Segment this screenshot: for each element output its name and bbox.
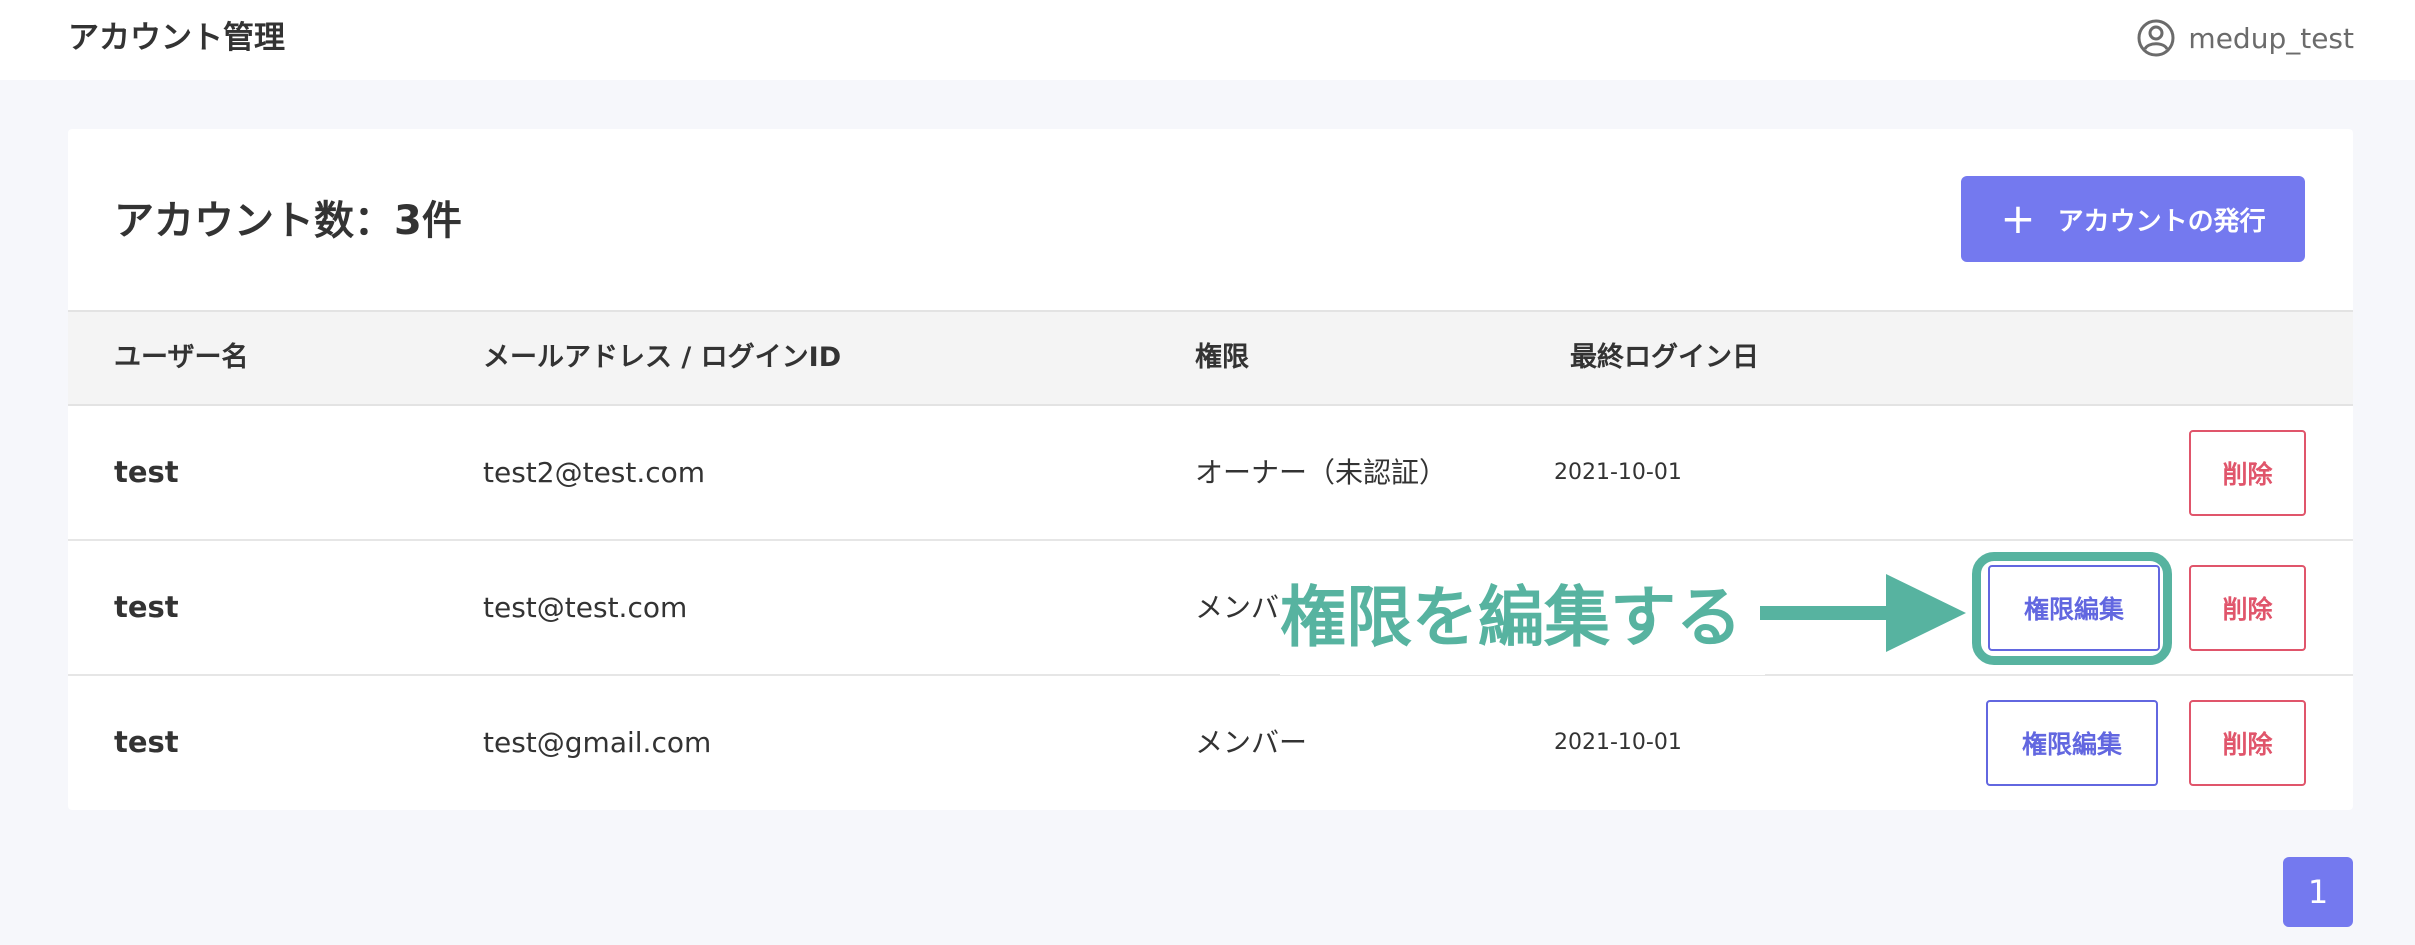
cell-username: test [114,455,179,489]
username: medup_test [2188,21,2354,55]
delete-button[interactable]: 削除 [2189,700,2306,786]
column-header-email: メールアドレス / ログインID [483,342,842,373]
column-header-last-login: 最終ログイン日 [1570,342,1759,373]
user-menu[interactable]: medup_test [2136,18,2354,58]
delete-button[interactable]: 削除 [2189,565,2306,651]
annotation-highlight-box [1972,552,2172,665]
delete-button[interactable]: 削除 [2189,430,2306,516]
table-header: ユーザー名 メールアドレス / ログインID 権限 最終ログイン日 [68,310,2353,406]
pagination-page-button[interactable]: 1 [2283,857,2353,927]
cell-email: test@gmail.com [483,726,712,759]
annotation-arrow-icon [1760,574,1966,652]
cell-username: test [114,590,179,624]
top-bar: アカウント管理 medup_test [0,0,2415,80]
table-row: test test2@test.com オーナー（未認証） 2021-10-01… [68,406,2353,541]
user-circle-icon [2137,19,2175,57]
account-count-title: アカウント数：3件 [114,198,462,244]
cell-role: オーナー（未認証） [1195,456,1448,489]
column-header-role: 権限 [1195,342,1249,373]
cell-email: test2@test.com [483,456,706,489]
cell-last-login: 2021-10-01 [1554,460,1682,485]
issue-account-button[interactable]: + アカウントの発行 [1961,176,2305,262]
cell-username: test [114,725,179,759]
page-title: アカウント管理 [68,20,285,56]
column-header-username: ユーザー名 [114,342,249,373]
annotation-callout-text: 権限を編集する [1280,579,1742,656]
account-card: アカウント数：3件 + アカウントの発行 ユーザー名 メールアドレス / ログイ… [68,129,2353,810]
cell-role: メンバー [1195,726,1308,759]
edit-permission-button[interactable]: 権限編集 [1986,700,2158,786]
issue-account-label: アカウントの発行 [2057,206,2266,237]
cell-last-login: 2021-10-01 [1554,730,1682,755]
table-row: test test@gmail.com メンバー 2021-10-01 権限編集… [68,676,2353,811]
plus-icon: + [2000,194,2036,243]
cell-email: test@test.com [483,591,688,624]
